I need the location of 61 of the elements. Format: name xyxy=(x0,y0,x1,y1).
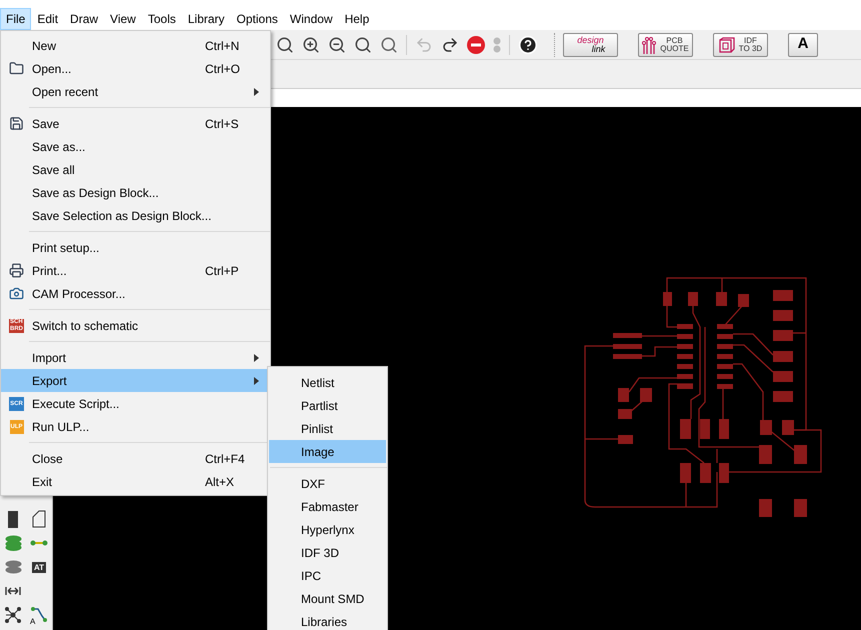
menu-entry[interactable]: Save as Design Block... xyxy=(1,181,270,204)
menu-entry[interactable]: Save all xyxy=(1,158,270,181)
menu-entry[interactable]: Pinlist xyxy=(269,417,386,440)
menu-entry[interactable]: Save Selection as Design Block... xyxy=(1,204,270,227)
attribute-icon[interactable]: AT xyxy=(32,562,46,572)
menu-entry[interactable]: Hyperlynx xyxy=(269,518,386,541)
menu-entry[interactable]: Close Ctrl+F4 xyxy=(1,447,270,470)
menu-entry[interactable]: Save Ctrl+S xyxy=(1,112,270,135)
menu-entry[interactable]: CAM Processor... xyxy=(1,282,270,305)
menu-item[interactable]: Options xyxy=(230,8,284,30)
design-link-button[interactable]: design link xyxy=(563,32,618,56)
menu-entry[interactable]: Open recent xyxy=(1,80,270,103)
folder-icon xyxy=(9,61,24,76)
menu-item[interactable]: View xyxy=(104,8,142,30)
menu-entry[interactable]: Open... Ctrl+O xyxy=(1,57,270,80)
zoom-redraw-icon[interactable] xyxy=(354,36,372,54)
redo-icon[interactable] xyxy=(441,36,459,54)
menu-entry[interactable]: Fabmaster xyxy=(269,495,386,518)
layer-stack-icon[interactable] xyxy=(4,560,22,574)
menu-entry[interactable]: Print setup... xyxy=(1,236,270,259)
menu-entry[interactable]: IDF 3D xyxy=(269,541,386,564)
circuit-icon xyxy=(642,36,656,54)
menu-item[interactable]: Window xyxy=(284,8,339,30)
pcb-quote-button[interactable]: PCB QUOTE xyxy=(638,32,693,56)
menu-entry[interactable]: IPC xyxy=(269,564,386,587)
layer-stack-icon[interactable] xyxy=(4,535,22,551)
printer-icon xyxy=(9,263,24,278)
logo-button[interactable]: A xyxy=(788,32,818,56)
dimension-icon[interactable] xyxy=(5,587,21,595)
menu-entry[interactable]: Import xyxy=(1,346,270,369)
menu-entry[interactable]: Export xyxy=(1,369,270,392)
stop-icon[interactable] xyxy=(467,36,485,54)
menu-entry[interactable]: Print... Ctrl+P xyxy=(1,259,270,282)
cube-icon xyxy=(718,36,735,52)
zoom-select-icon[interactable] xyxy=(380,36,398,54)
menu-entry[interactable]: Save as... xyxy=(1,135,270,158)
menu-item[interactable]: Library xyxy=(182,8,231,30)
zoom-in-icon[interactable] xyxy=(302,36,320,54)
menu-item[interactable]: Edit xyxy=(31,8,64,30)
menu-item[interactable]: Tools xyxy=(142,8,182,30)
menu-entry[interactable]: Partlist xyxy=(269,394,386,417)
network-icon[interactable] xyxy=(5,607,21,623)
idf-to-3d-button[interactable]: IDF TO 3D xyxy=(713,32,768,56)
zoom-out-icon[interactable] xyxy=(328,36,346,54)
menu-entry[interactable]: Image xyxy=(269,440,386,463)
menu-entry[interactable]: Exit Alt+X xyxy=(1,470,270,493)
menu-entry[interactable]: Mount SMD xyxy=(269,587,386,610)
zoom-fit-icon[interactable] xyxy=(276,36,294,54)
camera-icon xyxy=(9,286,24,301)
wire-icon[interactable] xyxy=(30,540,48,546)
menu-item[interactable]: Help xyxy=(338,8,376,30)
save-icon xyxy=(9,116,24,131)
menu-entry[interactable]: New Ctrl+N xyxy=(1,34,270,57)
menu-entry[interactable]: DXF xyxy=(269,472,386,495)
filled-rectangle-icon[interactable] xyxy=(8,510,18,528)
page-outline-icon[interactable] xyxy=(32,510,46,528)
menu-entry[interactable]: Libraries xyxy=(269,610,386,630)
menu-item[interactable]: File xyxy=(0,8,32,30)
menu-item[interactable]: Draw xyxy=(64,8,104,30)
menu-entry[interactable]: Netlist xyxy=(269,371,386,394)
help-icon[interactable] xyxy=(518,34,538,54)
